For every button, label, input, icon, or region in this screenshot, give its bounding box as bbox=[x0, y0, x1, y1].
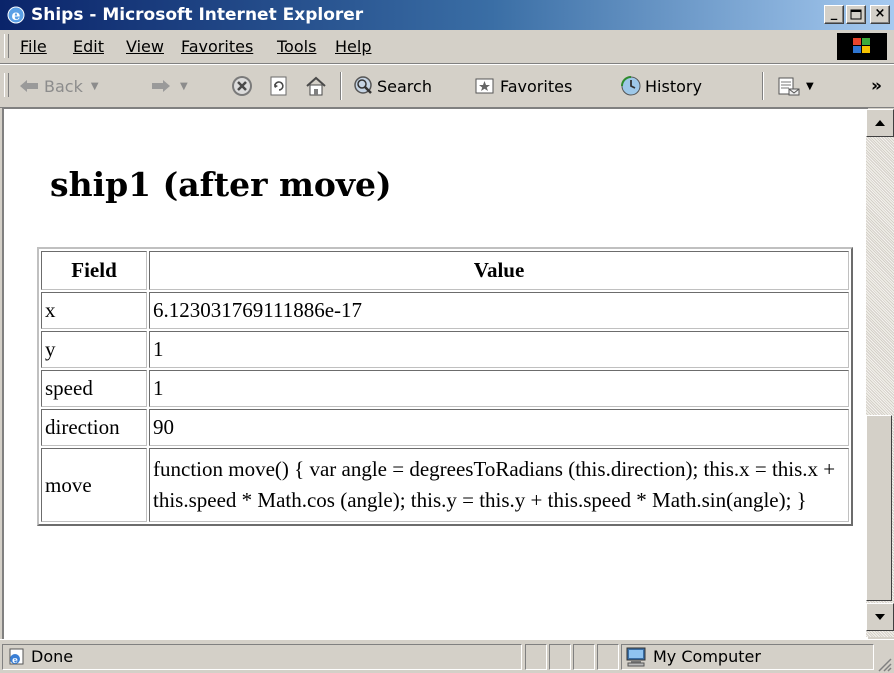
ie-logo-icon: e bbox=[7, 6, 25, 24]
field-cell: y bbox=[41, 331, 147, 368]
minimize-button[interactable]: _ bbox=[824, 5, 844, 24]
table-row: y 1 bbox=[41, 331, 849, 368]
windows-logo-icon bbox=[837, 33, 887, 60]
value-cell: function move() { var angle = degreesToR… bbox=[149, 448, 849, 522]
title-bar[interactable]: e Ships - Microsoft Internet Explorer _ … bbox=[0, 0, 894, 30]
scroll-thumb[interactable] bbox=[866, 415, 892, 601]
status-pane bbox=[597, 644, 619, 670]
menu-bar: File Edit View Favorites Tools Help bbox=[0, 30, 894, 64]
value-cell: 6.123031769111886e-17 bbox=[149, 292, 849, 329]
toolbar-separator bbox=[762, 72, 764, 100]
scroll-up-button[interactable] bbox=[866, 109, 894, 137]
history-icon bbox=[621, 76, 641, 96]
home-icon bbox=[306, 76, 326, 96]
menu-file[interactable]: File bbox=[20, 37, 47, 57]
vertical-scrollbar[interactable] bbox=[866, 109, 894, 637]
back-dropdown-icon[interactable]: ▼ bbox=[91, 81, 99, 92]
field-cell: move bbox=[41, 448, 147, 522]
menu-view[interactable]: View bbox=[126, 37, 164, 57]
favorites-button[interactable]: Favorites bbox=[474, 65, 572, 107]
close-icon: × bbox=[874, 6, 886, 21]
value-cell: 1 bbox=[149, 331, 849, 368]
security-zone-pane: My Computer bbox=[621, 644, 874, 670]
toolbar-grip[interactable] bbox=[4, 73, 9, 97]
refresh-icon bbox=[270, 76, 287, 96]
menu-edit[interactable]: Edit bbox=[73, 37, 104, 57]
mail-icon bbox=[778, 77, 800, 96]
toolbar-overflow-chevron[interactable]: » bbox=[871, 65, 882, 107]
value-cell: 90 bbox=[149, 409, 849, 446]
svg-text:e: e bbox=[12, 8, 21, 24]
scroll-up-arrow-icon bbox=[875, 120, 885, 126]
page-heading: ship1 (after move) bbox=[50, 165, 392, 204]
mail-dropdown-icon[interactable]: ▼ bbox=[806, 81, 814, 92]
refresh-button[interactable] bbox=[268, 65, 290, 107]
back-arrow-icon bbox=[20, 80, 38, 92]
status-pane bbox=[525, 644, 547, 670]
status-text: Done bbox=[31, 647, 74, 666]
maximize-button[interactable] bbox=[846, 5, 866, 24]
history-button[interactable]: History bbox=[619, 65, 702, 107]
table-row: move function move() { var angle = degre… bbox=[41, 448, 849, 522]
browser-window: e Ships - Microsoft Internet Explorer _ … bbox=[0, 0, 894, 673]
mail-button[interactable]: ▼ bbox=[777, 65, 814, 107]
menu-tools[interactable]: Tools bbox=[277, 37, 316, 57]
object-fields-table: Field Value x 6.123031769111886e-17 y 1 … bbox=[37, 247, 853, 526]
standard-toolbar: Back ▼ ▼ Search Favorites History ▼ » bbox=[0, 64, 894, 108]
stop-icon bbox=[232, 76, 252, 96]
favorites-star-icon bbox=[475, 78, 494, 94]
column-header-value: Value bbox=[149, 251, 849, 290]
scroll-down-button[interactable] bbox=[866, 603, 894, 631]
table-row: direction 90 bbox=[41, 409, 849, 446]
field-cell: direction bbox=[41, 409, 147, 446]
svg-text:e: e bbox=[12, 656, 18, 666]
search-button[interactable]: Search bbox=[353, 65, 432, 107]
forward-arrow-icon bbox=[152, 80, 170, 92]
status-pane bbox=[549, 644, 571, 670]
home-button[interactable] bbox=[304, 65, 328, 107]
back-button[interactable]: Back ▼ bbox=[18, 65, 99, 107]
status-bar: e Done My Computer bbox=[0, 639, 894, 673]
table-header-row: Field Value bbox=[41, 251, 849, 290]
table-row: speed 1 bbox=[41, 370, 849, 407]
field-cell: speed bbox=[41, 370, 147, 407]
table-row: x 6.123031769111886e-17 bbox=[41, 292, 849, 329]
forward-button[interactable]: ▼ bbox=[150, 65, 188, 107]
close-button[interactable]: × bbox=[870, 5, 890, 24]
stop-button[interactable] bbox=[231, 65, 253, 107]
column-header-field: Field bbox=[41, 251, 147, 290]
scroll-down-arrow-icon bbox=[875, 614, 885, 620]
my-computer-icon bbox=[626, 647, 646, 667]
menu-favorites[interactable]: Favorites bbox=[181, 37, 253, 57]
status-text-pane: e Done bbox=[2, 644, 522, 670]
zone-label: My Computer bbox=[653, 647, 761, 666]
page-done-icon: e bbox=[9, 648, 24, 666]
status-pane bbox=[573, 644, 595, 670]
value-cell: 1 bbox=[149, 370, 849, 407]
window-title: Ships - Microsoft Internet Explorer bbox=[31, 5, 364, 25]
forward-dropdown-icon[interactable]: ▼ bbox=[180, 81, 188, 92]
resize-grip-icon[interactable] bbox=[876, 656, 892, 672]
minimize-icon: _ bbox=[830, 6, 838, 21]
menu-help[interactable]: Help bbox=[335, 37, 371, 57]
toolbar-separator bbox=[340, 72, 342, 100]
maximize-icon bbox=[850, 9, 862, 20]
page-content: ship1 (after move) Field Value x 6.12303… bbox=[2, 107, 868, 639]
menu-grip[interactable] bbox=[4, 34, 9, 58]
search-icon bbox=[354, 76, 372, 94]
field-cell: x bbox=[41, 292, 147, 329]
